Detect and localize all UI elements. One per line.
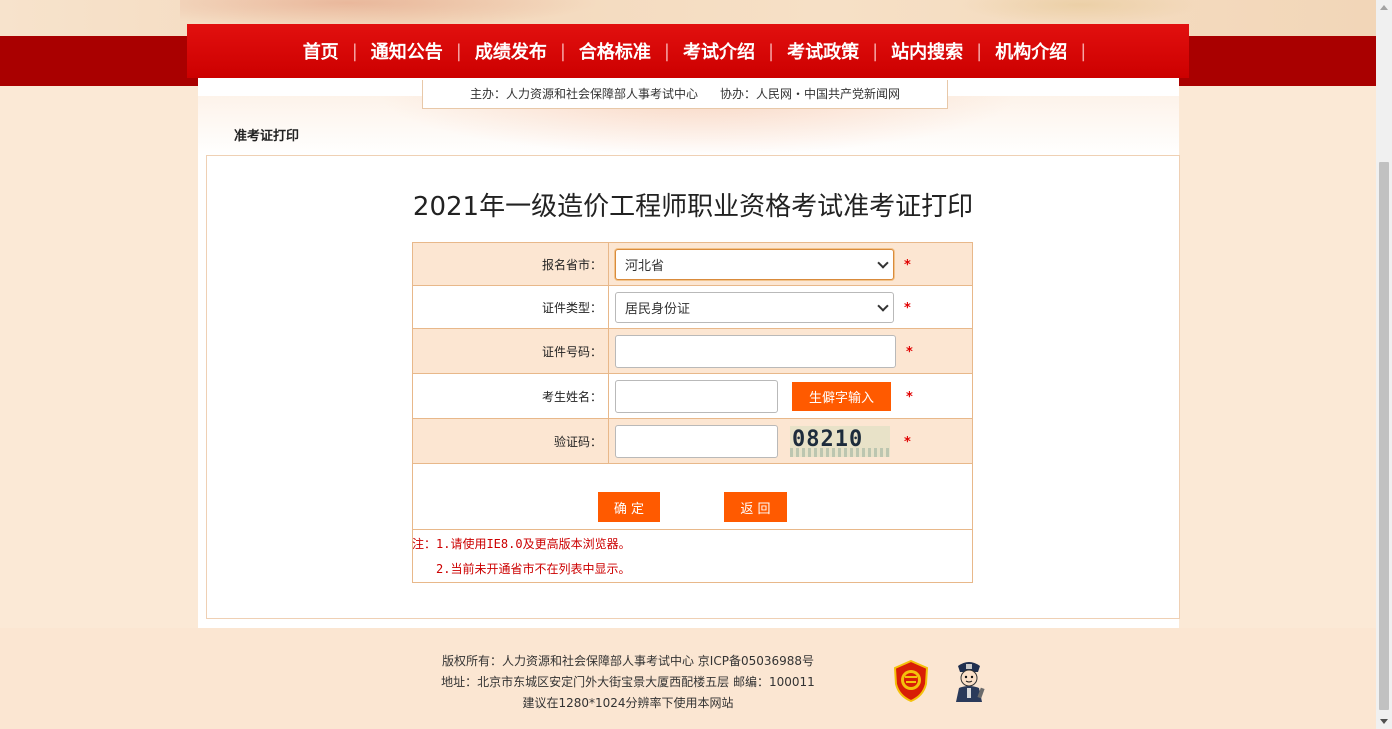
nav-item-search[interactable]: 站内搜索 | xyxy=(878,38,982,64)
nav-label: 首页 xyxy=(302,42,339,63)
form-row-province: 报名省市： 河北省 * xyxy=(413,243,972,286)
rare-char-input-button[interactable]: 生僻字输入 xyxy=(792,382,891,411)
chevron-down-icon xyxy=(877,300,889,312)
sponsor-assist: 协办：人民网・中国共产党新闻网 xyxy=(720,87,901,101)
id-number-input[interactable] xyxy=(615,335,896,368)
nav-label: 机构介绍 xyxy=(995,42,1068,63)
id-type-select[interactable]: 居民身份证 xyxy=(615,292,894,323)
name-label: 考生姓名： xyxy=(413,374,609,418)
nav-label: 站内搜索 xyxy=(891,42,964,63)
province-label: 报名省市： xyxy=(413,243,609,285)
required-mark: * xyxy=(904,258,911,273)
sponsor-host: 主办：人力资源和社会保障部人事考试中心 xyxy=(469,87,698,101)
province-value: 河北省 xyxy=(625,259,665,274)
note-line-2: 2.当前未开通省市不在列表中显示。 xyxy=(436,562,631,576)
nav-label: 考试政策 xyxy=(787,42,860,63)
chevron-down-icon xyxy=(877,257,889,269)
sponsor-strip: 主办：人力资源和社会保障部人事考试中心 协办：人民网・中国共产党新闻网 xyxy=(422,80,948,109)
captcha-input[interactable] xyxy=(615,425,778,458)
footer-copyright: 版权所有：人力资源和社会保障部人事考试中心 京ICP备05036988号 xyxy=(441,654,815,668)
name-input[interactable] xyxy=(615,380,778,413)
id-type-value: 居民身份证 xyxy=(625,302,691,317)
form-row-id-type: 证件类型： 居民身份证 * xyxy=(413,286,972,329)
form-row-actions: 确 定 返 回 xyxy=(413,464,972,530)
required-mark: * xyxy=(906,345,913,360)
nav-label: 考试介绍 xyxy=(683,42,755,63)
nav-item-home[interactable]: 首页 | xyxy=(290,38,358,64)
nav-label: 成绩发布 xyxy=(474,42,547,63)
nav-item-about[interactable]: 机构介绍 | xyxy=(982,38,1086,64)
province-select[interactable]: 河北省 xyxy=(615,249,894,280)
nav-separator: | xyxy=(1080,40,1087,62)
id-number-label: 证件号码： xyxy=(413,329,609,373)
nav-item-policies[interactable]: 考试政策 | xyxy=(774,38,878,64)
main-nav: 首页 | 通知公告 | 成绩发布 | 合格标准 | 考试介绍 | 考试政策 | 站内搜索 | … xyxy=(187,24,1189,78)
cyber-police-icon[interactable] xyxy=(950,658,988,704)
breadcrumb: 准考证打印 xyxy=(234,129,300,144)
required-mark: * xyxy=(904,435,911,450)
footer-text: 版权所有：人力资源和社会保障部人事考试中心 京ICP备05036988号 地址：… xyxy=(400,651,856,714)
form-row-captcha: 验证码： 08210 * xyxy=(413,419,972,464)
confirm-button[interactable]: 确 定 xyxy=(598,492,660,522)
captcha-image[interactable]: 08210 xyxy=(790,426,890,457)
nav-label: 通知公告 xyxy=(370,42,443,63)
banner-decoration-right xyxy=(960,0,1200,24)
note-line-1: 注：1.请使用IE8.0及更高版本浏览器。 xyxy=(412,537,631,551)
captcha-label: 验证码： xyxy=(413,419,609,463)
nav-item-scores[interactable]: 成绩发布 | xyxy=(462,38,566,64)
required-mark: * xyxy=(906,390,913,405)
nav-item-standards[interactable]: 合格标准 | xyxy=(566,38,670,64)
footer-advice: 建议在1280*1024分辨率下使用本网站 xyxy=(522,696,734,710)
form-row-name: 考生姓名： 生僻字输入 * xyxy=(413,374,972,419)
page-title: 2021年一级造价工程师职业资格考试准考证打印 xyxy=(412,192,974,222)
captcha-noise xyxy=(790,448,890,457)
page-scrollbar[interactable] xyxy=(1376,0,1392,729)
nav-item-notices[interactable]: 通知公告 | xyxy=(358,38,462,64)
scroll-down-icon[interactable] xyxy=(1380,719,1388,724)
required-mark: * xyxy=(904,301,911,316)
ticket-print-form: 报名省市： 河北省 * 证件类型： 居民身份证 * 证件号码： * 考生姓名： … xyxy=(412,242,973,583)
id-type-label: 证件类型： xyxy=(413,286,609,328)
scrollbar-thumb[interactable] xyxy=(1379,162,1389,710)
back-button[interactable]: 返 回 xyxy=(724,492,787,522)
nav-item-exam-intro[interactable]: 考试介绍 | xyxy=(670,38,774,64)
police-badge-icon[interactable] xyxy=(893,660,929,702)
footer-address: 地址：北京市东城区安定门外大街宝景大厦西配楼五层 邮编：100011 xyxy=(441,675,815,689)
nav-label: 合格标准 xyxy=(578,42,651,63)
notes: 注：1.请使用IE8.0及更高版本浏览器。 2.当前未开通省市不在列表中显示。 xyxy=(412,535,631,585)
scroll-up-icon[interactable] xyxy=(1380,5,1388,10)
form-row-id-number: 证件号码： * xyxy=(413,329,972,374)
